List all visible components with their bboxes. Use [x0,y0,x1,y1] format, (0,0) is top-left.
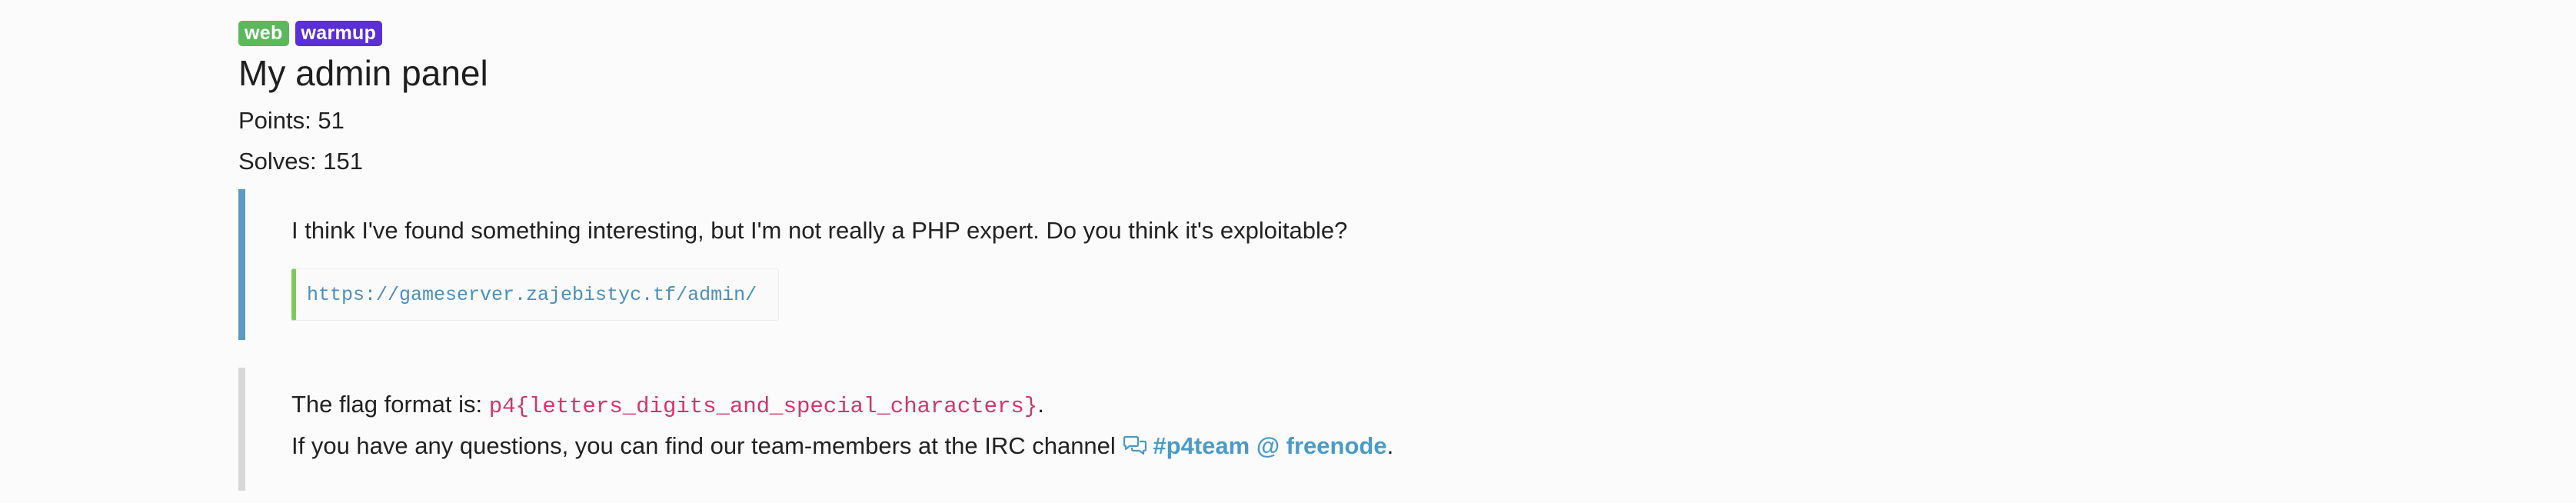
flag-info-quote: The flag format is: p4{letters_digits_an… [238,368,1568,491]
tag-warmup[interactable]: warmup [295,21,383,46]
description-text: I think I've found something interesting… [291,217,1348,244]
irc-channel-link[interactable]: #p4team @ freenode [1122,432,1387,459]
flag-format-code: p4{letters_digits_and_special_characters… [488,394,1038,419]
irc-channel-label: #p4team @ freenode [1153,432,1387,459]
flag-format-line: The flag format is: p4{letters_digits_an… [291,391,1044,419]
questions-suffix: . [1386,432,1394,459]
chat-bubbles-icon [1122,435,1148,463]
points-text: Points: 51 [238,107,344,134]
solves-text: Solves: 151 [238,148,363,175]
flag-format-prefix: The flag format is: [291,391,489,418]
cropped-text-above [400,0,1569,2]
url-code-block: https://gameserver.zajebistyc.tf/admin/ [291,268,780,321]
challenge-url[interactable]: https://gameserver.zajebistyc.tf/admin/ [307,284,757,306]
questions-line: If you have any questions, you can find … [291,432,1393,463]
tag-list: web warmup [238,21,383,46]
challenge-page: web warmup My admin panel Points: 51 Sol… [0,0,2576,503]
questions-prefix: If you have any questions, you can find … [291,432,1123,459]
flag-format-suffix: . [1037,391,1044,418]
tag-web[interactable]: web [238,21,289,46]
description-quote: I think I've found something interesting… [238,189,1568,340]
challenge-title: My admin panel [238,53,488,93]
